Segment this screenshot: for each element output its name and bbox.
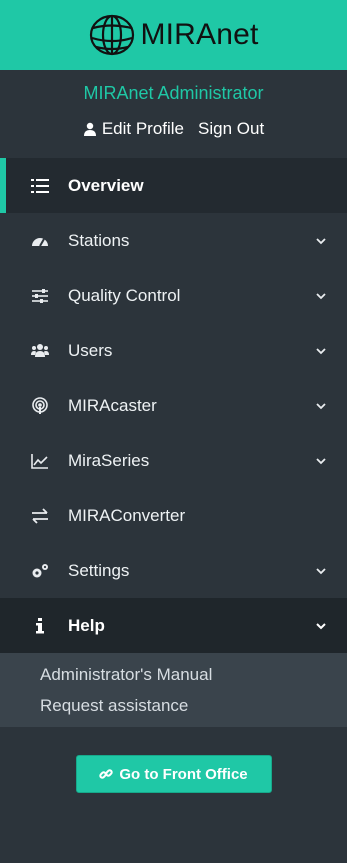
nav-label: MIRAConverter: [68, 505, 186, 525]
exchange-icon: [30, 507, 50, 525]
brand-name: MIRAnet: [140, 18, 259, 51]
front-office-label: Go to Front Office: [119, 765, 248, 783]
user-actions: Edit Profile Sign Out: [0, 119, 347, 139]
main-nav: Overview Stations Quality Control Users …: [0, 158, 347, 727]
nav-label: Users: [68, 340, 113, 360]
user-panel: MIRAnet Administrator Edit Profile Sign …: [0, 70, 347, 158]
nav-label: Overview: [68, 175, 144, 195]
user-icon: [83, 122, 96, 136]
submenu-item-manual[interactable]: Administrator's Manual: [0, 659, 347, 690]
chevron-down-icon: [316, 237, 326, 244]
info-icon: [30, 617, 50, 635]
nav-label: Stations: [68, 230, 130, 250]
user-name: MIRAnet Administrator: [83, 83, 264, 103]
edit-profile-label: Edit Profile: [101, 119, 185, 138]
chevron-down-icon: [316, 567, 326, 574]
nav-label: MIRAcaster: [68, 395, 157, 415]
edit-profile-link[interactable]: Edit Profile: [83, 119, 184, 139]
line-chart-icon: [30, 452, 50, 470]
globe-icon: [90, 14, 135, 56]
nav-item-help[interactable]: Help: [0, 598, 347, 653]
brand-header[interactable]: MIRAnet: [0, 0, 347, 70]
submenu-item-assistance[interactable]: Request assistance: [0, 690, 347, 721]
list-icon: [30, 177, 50, 195]
cogs-icon: [30, 562, 50, 580]
go-to-front-office-button[interactable]: Go to Front Office: [75, 755, 272, 793]
podcast-icon: [30, 396, 50, 415]
chevron-down-icon: [316, 457, 326, 464]
nav-item-stations[interactable]: Stations: [0, 213, 347, 268]
sliders-icon: [30, 287, 50, 305]
nav-label: Help: [68, 615, 105, 635]
chevron-down-icon: [316, 292, 326, 299]
nav-item-overview[interactable]: Overview: [0, 158, 347, 213]
nav-label: MiraSeries: [68, 450, 150, 470]
nav-item-users[interactable]: Users: [0, 323, 347, 378]
tachometer-icon: [30, 232, 50, 250]
chevron-down-icon: [316, 402, 326, 409]
chevron-down-icon: [316, 347, 326, 354]
chevron-down-icon: [316, 622, 326, 629]
users-icon: [30, 342, 50, 360]
sidebar: MIRAnet MIRAnet Administrator Edit Profi…: [0, 0, 347, 816]
nav-item-miraseries[interactable]: MiraSeries: [0, 433, 347, 488]
help-submenu: Administrator's Manual Request assistanc…: [0, 653, 347, 727]
nav-label: Quality Control: [68, 285, 181, 305]
link-icon: [99, 769, 114, 779]
sign-out-label: Sign Out: [198, 119, 265, 138]
nav-label: Settings: [68, 560, 130, 580]
nav-item-miracaster[interactable]: MIRAcaster: [0, 378, 347, 433]
nav-item-miraconverter[interactable]: MIRAConverter: [0, 488, 347, 543]
sign-out-link[interactable]: Sign Out: [198, 119, 264, 139]
nav-item-settings[interactable]: Settings: [0, 543, 347, 598]
sidebar-footer: Go to Front Office: [0, 727, 347, 863]
nav-item-quality-control[interactable]: Quality Control: [0, 268, 347, 323]
